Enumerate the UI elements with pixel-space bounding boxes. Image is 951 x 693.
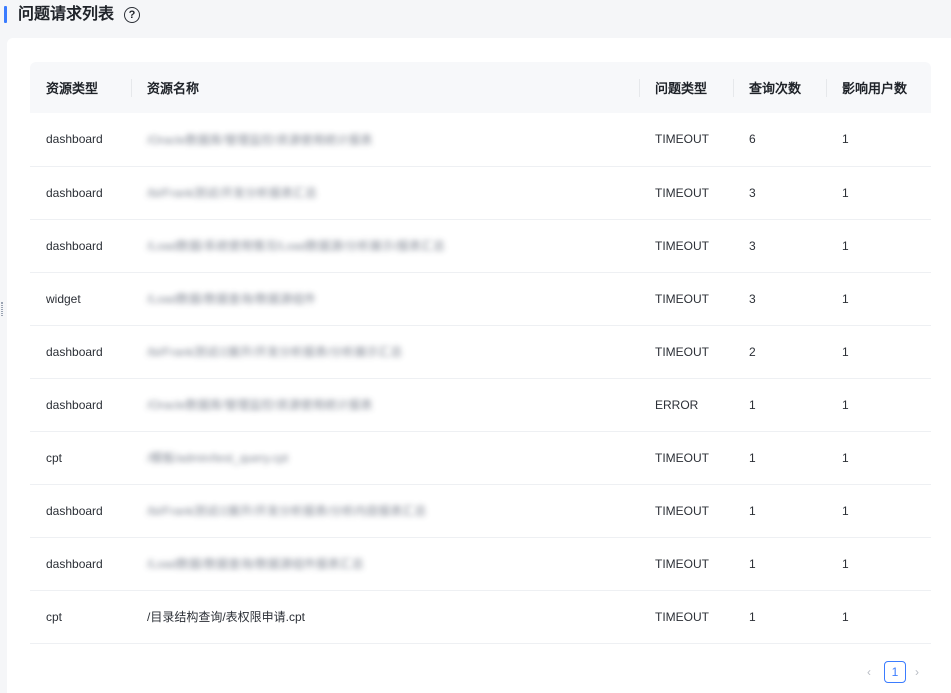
page-header: 问题请求列表 ? bbox=[0, 0, 951, 32]
column-header-problem-type: 问题类型 bbox=[639, 62, 733, 113]
table-row: dashboard/bi/Frank测试/2展开/开发分析报表/分析展示汇总 TI… bbox=[30, 325, 931, 379]
cell-resource-type: dashboard bbox=[30, 325, 131, 379]
cell-problem-type: TIMEOUT bbox=[639, 431, 733, 485]
cell-resource-type: widget bbox=[30, 272, 131, 326]
table-row: cpt/目录结构查询/表权限申请.cpt TIMEOUT 1 1 bbox=[30, 590, 931, 644]
cell-affected-users: 1 bbox=[826, 325, 931, 379]
cell-problem-type: TIMEOUT bbox=[639, 325, 733, 379]
table-row: dashboard/bi/Frank测试/2展开/开发分析报表/分析内容报表汇总… bbox=[30, 484, 931, 538]
cell-affected-users: 1 bbox=[826, 537, 931, 591]
table-row: dashboard/Oracle数据库/管理监控/资源使用统计报表 TIMEOUT… bbox=[30, 113, 931, 167]
cell-resource-type: dashboard bbox=[30, 219, 131, 273]
cell-resource-type: dashboard bbox=[30, 537, 131, 591]
cell-resource-name: /bi/Frank测试/开发分析报表汇总 bbox=[131, 166, 639, 220]
table-row: widget/Load数据/数据查询/数据源组件 TIMEOUT 3 1 bbox=[30, 272, 931, 326]
page-1-button[interactable]: 1 bbox=[884, 661, 906, 683]
cell-query-count: 1 bbox=[733, 431, 826, 485]
prev-page-button[interactable]: ‹ bbox=[867, 665, 871, 679]
cell-query-count: 1 bbox=[733, 378, 826, 432]
cell-resource-type: dashboard bbox=[30, 113, 131, 167]
cell-resource-name: /bi/Frank测试/2展开/开发分析报表/分析展示汇总 bbox=[131, 325, 639, 379]
cell-problem-type: TIMEOUT bbox=[639, 113, 733, 167]
cell-resource-name: /模板/admin/test_query.cpt bbox=[131, 431, 639, 485]
cell-resource-name: /bi/Frank测试/2展开/开发分析报表/分析内容报表汇总 bbox=[131, 484, 639, 538]
cell-problem-type: ERROR bbox=[639, 378, 733, 432]
cell-resource-name: /Oracle数据库/管理监控/资源使用统计报表 bbox=[131, 378, 639, 432]
cell-resource-type: dashboard bbox=[30, 378, 131, 432]
cell-affected-users: 1 bbox=[826, 431, 931, 485]
drag-handle-icon[interactable] bbox=[1, 302, 3, 316]
table-row: cpt/模板/admin/test_query.cpt TIMEOUT 1 1 bbox=[30, 431, 931, 485]
cell-resource-type: dashboard bbox=[30, 484, 131, 538]
cell-query-count: 1 bbox=[733, 590, 826, 644]
help-icon[interactable]: ? bbox=[124, 7, 140, 23]
cell-problem-type: TIMEOUT bbox=[639, 272, 733, 326]
cell-affected-users: 1 bbox=[826, 590, 931, 644]
cell-problem-type: TIMEOUT bbox=[639, 219, 733, 273]
cell-query-count: 6 bbox=[733, 113, 826, 167]
problem-request-table: 资源类型 资源名称 问题类型 查询次数 影响用户数 dashboard/Orac… bbox=[30, 62, 931, 644]
cell-affected-users: 1 bbox=[826, 166, 931, 220]
cell-problem-type: TIMEOUT bbox=[639, 590, 733, 644]
cell-query-count: 1 bbox=[733, 484, 826, 538]
page-title: 问题请求列表 bbox=[18, 6, 115, 23]
cell-resource-type: dashboard bbox=[30, 166, 131, 220]
cell-problem-type: TIMEOUT bbox=[639, 166, 733, 220]
column-header-resource-name: 资源名称 bbox=[131, 62, 639, 113]
cell-query-count: 3 bbox=[733, 166, 826, 220]
cell-resource-name: /Load数据/数据查询/数据源组件 bbox=[131, 272, 639, 326]
table-row: dashboard/Oracle数据库/管理监控/资源使用统计报表 ERROR 1 1 bbox=[30, 378, 931, 432]
cell-affected-users: 1 bbox=[826, 219, 931, 273]
cell-query-count: 3 bbox=[733, 219, 826, 273]
column-header-affected-users: 影响用户数 bbox=[826, 62, 931, 113]
table-row: dashboard/Load数据/系统使用情况/Load数据源/分析展示/报表汇… bbox=[30, 219, 931, 273]
table-row: dashboard/bi/Frank测试/开发分析报表汇总 TIMEOUT 3 1 bbox=[30, 166, 931, 220]
cell-resource-type: cpt bbox=[30, 590, 131, 644]
cell-affected-users: 1 bbox=[826, 484, 931, 538]
cell-query-count: 3 bbox=[733, 272, 826, 326]
table-header-row: 资源类型 资源名称 问题类型 查询次数 影响用户数 bbox=[30, 62, 931, 113]
table-row: dashboard/Load数据/数据查询/数据源组件报表汇总 TIMEOUT 1 1 bbox=[30, 537, 931, 591]
cell-query-count: 1 bbox=[733, 537, 826, 591]
cell-affected-users: 1 bbox=[826, 113, 931, 167]
cell-resource-type: cpt bbox=[30, 431, 131, 485]
cell-resource-name: /Oracle数据库/管理监控/资源使用统计报表 bbox=[131, 113, 639, 167]
column-header-query-count: 查询次数 bbox=[733, 62, 826, 113]
title-accent-bar bbox=[4, 6, 7, 23]
next-page-button[interactable]: › bbox=[915, 665, 919, 679]
cell-affected-users: 1 bbox=[826, 378, 931, 432]
cell-problem-type: TIMEOUT bbox=[639, 484, 733, 538]
column-header-resource-type: 资源类型 bbox=[30, 62, 131, 113]
cell-resource-name: /Load数据/数据查询/数据源组件报表汇总 bbox=[131, 537, 639, 591]
cell-query-count: 2 bbox=[733, 325, 826, 379]
cell-resource-name: /目录结构查询/表权限申请.cpt bbox=[131, 590, 639, 644]
cell-affected-users: 1 bbox=[826, 272, 931, 326]
cell-problem-type: TIMEOUT bbox=[639, 537, 733, 591]
cell-resource-name: /Load数据/系统使用情况/Load数据源/分析展示/报表汇总 bbox=[131, 219, 639, 273]
